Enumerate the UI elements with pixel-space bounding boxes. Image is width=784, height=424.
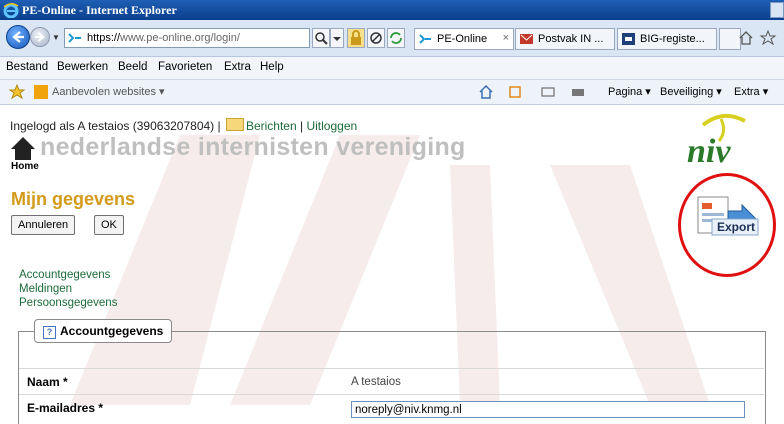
site-favicon-icon	[68, 33, 81, 43]
niv-logo: niv	[683, 111, 765, 171]
login-status: Ingelogd als A testaios (39063207804) | …	[10, 118, 358, 133]
name-value: A testaios	[351, 376, 401, 388]
big-register-tab-icon	[622, 33, 635, 45]
side-navigation: Accountgegevens Meldingen Persoonsgegeve…	[19, 268, 117, 310]
stop-icon	[370, 32, 382, 44]
refresh-button[interactable]	[387, 28, 405, 48]
back-button[interactable]	[6, 25, 30, 49]
logo-text: niv	[687, 133, 731, 170]
security-lock-button[interactable]	[347, 28, 365, 48]
recommended-sites-link[interactable]: Aanbevolen websites ▾	[52, 85, 165, 98]
menu-favorieten[interactable]: Favorieten	[158, 61, 212, 73]
search-button[interactable]	[312, 28, 330, 48]
page-title: Mijn gegevens	[11, 189, 136, 209]
logout-link[interactable]: Uitloggen	[306, 119, 357, 133]
home-favorites-icons[interactable]	[738, 30, 778, 46]
help-icon[interactable]: ?	[43, 326, 56, 339]
menu-bewerken[interactable]: Bewerken	[57, 61, 108, 73]
address-dropdown[interactable]	[330, 28, 344, 48]
mail-tab-icon	[520, 34, 533, 44]
cancel-button[interactable]: Annuleren	[11, 215, 76, 235]
tab-pe-online[interactable]: PE-Online ×	[414, 28, 514, 50]
history-dropdown-icon[interactable]: ▼	[52, 33, 60, 42]
refresh-icon	[390, 32, 402, 44]
link-meldingen[interactable]: Meldingen	[19, 282, 117, 296]
tab-postvak-in[interactable]: Postvak IN ...	[515, 28, 615, 50]
annotation-circle	[678, 173, 776, 277]
messages-link[interactable]: Berichten	[246, 119, 297, 133]
menu-extra[interactable]: Extra	[224, 61, 251, 73]
menu-beeld[interactable]: Beeld	[118, 61, 147, 73]
menu-bar: Bestand Bewerken Beeld Favorieten Extra …	[0, 57, 784, 80]
navigation-bar: ▼ https://www.pe-online.org/login/ PE-On…	[0, 20, 784, 57]
page-menu[interactable]: Pagina ▾	[608, 85, 651, 98]
email-label: E-mailadres *	[27, 401, 104, 415]
favorites-star-icon[interactable]	[8, 84, 26, 100]
envelope-icon	[225, 118, 244, 131]
menu-bestand[interactable]: Bestand	[6, 61, 48, 73]
favorites-bar: Aanbevolen websites ▾ Pagina ▾ Beveiligi…	[0, 80, 784, 105]
dropdown-arrow-icon	[333, 37, 341, 41]
stop-button[interactable]	[367, 28, 385, 48]
lock-icon	[351, 30, 361, 45]
link-accountgegevens[interactable]: Accountgegevens	[19, 268, 117, 282]
link-persoonsgegevens[interactable]: Persoonsgegevens	[19, 296, 117, 310]
org-name: nederlandse internisten vereniging	[40, 133, 466, 161]
forward-arrow-icon	[34, 31, 45, 43]
menu-help[interactable]: Help	[260, 61, 284, 73]
address-bar[interactable]: https://www.pe-online.org/login/	[64, 28, 310, 48]
name-row: Naam * A testaios	[19, 368, 764, 395]
home-link[interactable]: Home	[11, 161, 39, 172]
tab-close-icon[interactable]: ×	[503, 32, 509, 44]
back-arrow-icon	[12, 31, 24, 43]
command-icons[interactable]	[478, 84, 598, 100]
email-field[interactable]	[351, 401, 745, 418]
email-row: E-mailadres *	[19, 394, 764, 424]
tools-menu[interactable]: Extra ▾	[734, 85, 768, 98]
window-title: PE-Online - Internet Explorer	[22, 3, 177, 17]
address-url: https://www.pe-online.org/login/	[87, 32, 240, 44]
page-content: Ingelogd als A testaios (39063207804) | …	[0, 105, 784, 424]
security-menu[interactable]: Beveiliging ▾	[660, 85, 722, 98]
ok-button[interactable]: OK	[94, 215, 124, 235]
tab-big-register[interactable]: BIG-registe...	[617, 28, 717, 50]
minimize-button[interactable]	[770, 2, 784, 18]
internet-explorer-icon	[3, 3, 19, 18]
pe-online-tab-icon	[419, 34, 431, 44]
window-title-bar: PE-Online - Internet Explorer	[0, 0, 784, 20]
name-label: Naam *	[27, 375, 68, 389]
fieldset-legend: ? Accountgegevens	[34, 319, 173, 343]
bing-icon	[34, 85, 48, 99]
forward-button[interactable]	[30, 27, 50, 47]
home-icon[interactable]	[10, 135, 36, 161]
search-icon	[315, 32, 328, 45]
